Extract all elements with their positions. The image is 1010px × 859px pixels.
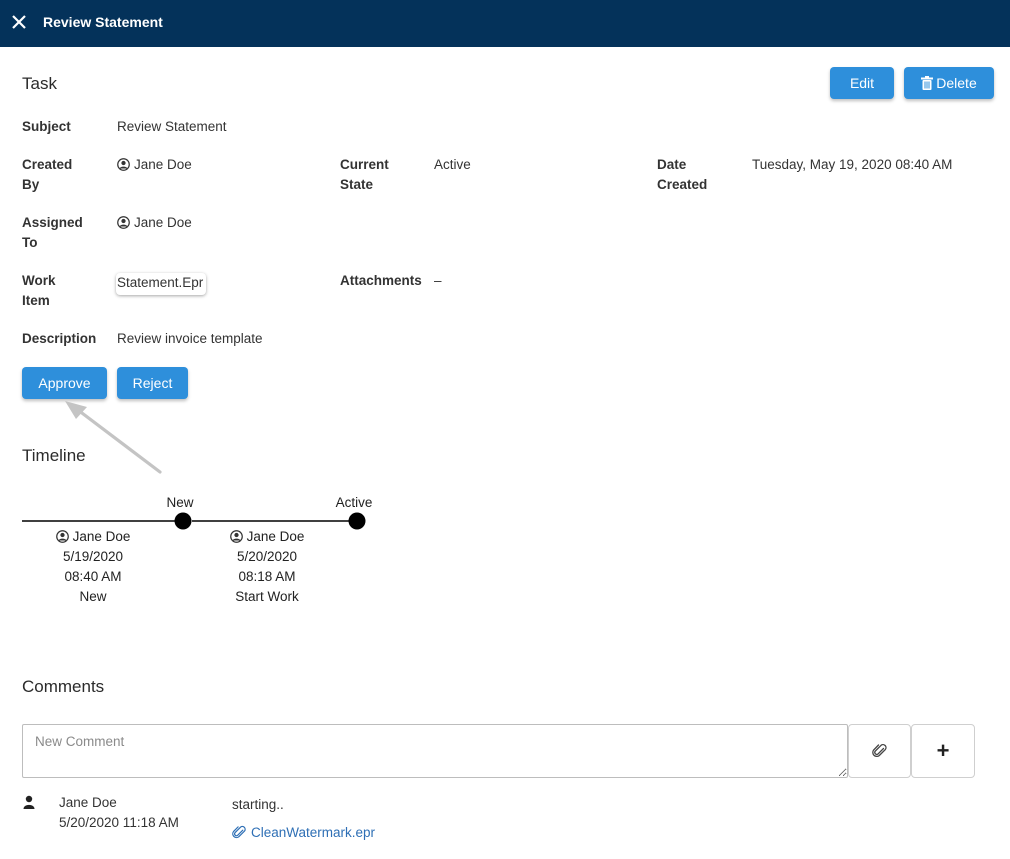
comment-author: Jane Doe xyxy=(59,795,117,810)
timeline-heading: Timeline xyxy=(22,446,86,465)
date-created-label: Date Created xyxy=(657,157,708,192)
created-by-value: Jane Doe xyxy=(117,155,192,175)
trash-icon xyxy=(921,76,934,90)
comment-datetime: 5/20/2020 11:18 AM xyxy=(59,815,179,830)
delete-button-label: Delete xyxy=(936,75,977,91)
timeline-node-active xyxy=(348,512,366,530)
approve-button-label: Approve xyxy=(38,375,91,391)
delete-button[interactable]: Delete xyxy=(904,67,994,99)
timeline-entry: Jane Doe 5/20/2020 08:18 AM Start Work xyxy=(207,527,327,607)
date-created-value: Tuesday, May 19, 2020 08:40 AM xyxy=(752,157,953,172)
task-heading: Task xyxy=(22,74,57,93)
work-item-label: Work Item xyxy=(22,273,56,308)
assigned-to-label: Assigned To xyxy=(22,215,83,250)
add-comment-button[interactable]: + xyxy=(911,724,975,778)
new-comment-input[interactable] xyxy=(22,724,848,778)
edit-button[interactable]: Edit xyxy=(830,67,894,99)
work-item-link[interactable]: Statement.Epr xyxy=(116,273,206,295)
comment-attachment-link[interactable]: CleanWatermark.epr xyxy=(232,825,375,840)
subject-label: Subject xyxy=(22,119,71,134)
user-circle-icon xyxy=(55,530,69,543)
dialog-title: Review Statement xyxy=(43,14,163,30)
timeline-state-label: New xyxy=(166,495,194,510)
current-state-label: Current State xyxy=(340,157,389,192)
approve-button[interactable]: Approve xyxy=(22,367,107,399)
edit-button-label: Edit xyxy=(849,75,875,91)
current-state-value: Active xyxy=(434,157,471,172)
reject-button[interactable]: Reject xyxy=(117,367,188,399)
attach-file-button[interactable] xyxy=(848,724,911,778)
paperclip-icon xyxy=(232,825,246,839)
timeline-node-new xyxy=(174,512,192,530)
assigned-to-value: Jane Doe xyxy=(117,213,192,233)
comments-heading: Comments xyxy=(22,677,105,696)
reject-button-label: Reject xyxy=(132,375,173,391)
comment-text: starting.. xyxy=(232,797,284,812)
subject-value: Review Statement xyxy=(117,119,227,134)
user-circle-icon xyxy=(229,530,243,543)
user-circle-icon xyxy=(117,216,130,229)
attachments-label: Attachments xyxy=(340,273,422,288)
created-by-label: Created By xyxy=(22,157,73,192)
attachments-value: – xyxy=(434,273,442,288)
description-label: Description xyxy=(22,331,97,346)
pointer-arrow-annotation xyxy=(65,401,162,474)
person-icon xyxy=(23,795,35,809)
close-icon[interactable] xyxy=(10,13,28,31)
description-value: Review invoice template xyxy=(117,331,263,346)
timeline-state-label: Active xyxy=(335,495,373,510)
paperclip-icon xyxy=(871,743,887,757)
attachment-filename[interactable]: CleanWatermark.epr xyxy=(251,825,375,840)
user-circle-icon xyxy=(117,158,130,171)
timeline-entry: Jane Doe 5/19/2020 08:40 AM New xyxy=(33,527,153,607)
plus-icon: + xyxy=(936,738,950,763)
